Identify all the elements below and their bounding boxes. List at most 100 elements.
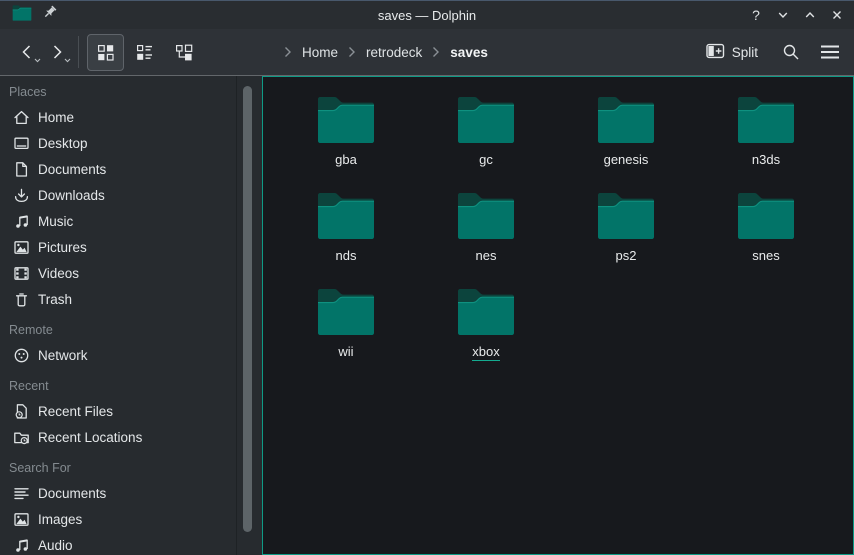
sidebar-item-pictures[interactable]: Pictures [0, 234, 236, 260]
breadcrumb: Home retrodeck saves [276, 43, 490, 62]
forward-history-dropdown-icon[interactable] [64, 50, 71, 68]
sidebar-item-label: Recent Files [38, 404, 113, 419]
window-title: saves — Dolphin [0, 8, 854, 23]
folder-genesis[interactable]: genesis [556, 96, 696, 192]
folder-icon [456, 96, 516, 144]
sidebar-item-home[interactable]: Home [0, 104, 236, 130]
sidebar-item-network[interactable]: Network [0, 342, 236, 368]
split-button[interactable]: Split [704, 39, 760, 66]
folder-wii[interactable]: wii [276, 288, 416, 384]
folder-icon [316, 288, 376, 336]
folder-grid: gba gc genesis n3ds nds nes ps2 snes wii… [263, 77, 853, 384]
folder-label-wrap: nds [336, 248, 357, 265]
recent-file-icon [13, 403, 30, 420]
back-history-dropdown-icon[interactable] [34, 50, 41, 68]
sidebar-item-music[interactable]: Music [0, 208, 236, 234]
sidebar-section: Places Home Desktop Documents Downloads Music… [0, 78, 236, 312]
folder-label: ps2 [616, 248, 637, 263]
sidebar-item-recent-locations[interactable]: Recent Locations [0, 424, 236, 450]
sidebar-section-header[interactable]: Search For [0, 454, 236, 480]
home-icon [13, 109, 30, 126]
folder-label: snes [752, 248, 779, 263]
folder-icon [456, 192, 516, 240]
sidebar-item-label: Videos [38, 266, 79, 281]
help-button[interactable]: ? [747, 6, 765, 24]
sidebar-item-audio[interactable]: Audio [0, 532, 236, 555]
folder-label-wrap: gc [479, 152, 493, 169]
sidebar-item-label: Music [38, 214, 73, 229]
folder-nds[interactable]: nds [276, 192, 416, 288]
sidebar-item-label: Images [38, 512, 82, 527]
sidebar-item-trash[interactable]: Trash [0, 286, 236, 312]
music-icon [13, 537, 30, 554]
hamburger-menu-button[interactable] [820, 44, 840, 60]
folder-label-wrap: n3ds [752, 152, 780, 169]
sidebar-section: Recent Recent Files Recent Locations [0, 372, 236, 450]
folder-n3ds[interactable]: n3ds [696, 96, 836, 192]
folder-nes[interactable]: nes [416, 192, 556, 288]
sidebar-item-label: Audio [38, 538, 73, 553]
sidebar-item-label: Home [38, 110, 74, 125]
sidebar-section: RemoteNetwork [0, 316, 236, 368]
search-button[interactable] [782, 43, 800, 61]
sidebar-item-label: Documents [38, 162, 106, 177]
folder-label: xbox [472, 344, 499, 361]
sidebar-section-header[interactable]: Places [0, 78, 236, 104]
sidebar-item-documents[interactable]: Documents [0, 156, 236, 182]
video-icon [13, 265, 30, 282]
folder-label: n3ds [752, 152, 780, 167]
folder-label: gc [479, 152, 493, 167]
sidebar-item-label: Desktop [38, 136, 88, 151]
breadcrumb-item-saves[interactable]: saves [448, 43, 490, 62]
sidebar-item-documents[interactable]: Documents [0, 480, 236, 506]
tree-view-button[interactable] [165, 34, 202, 71]
folder-icon [596, 96, 656, 144]
minimize-button[interactable] [774, 6, 792, 24]
desktop-icon [13, 135, 30, 152]
sidebar-item-videos[interactable]: Videos [0, 260, 236, 286]
image-icon [13, 511, 30, 528]
sidebar-item-label: Downloads [38, 188, 105, 203]
sidebar-scrollbar-thumb[interactable] [243, 86, 252, 532]
dolphin-window: saves — Dolphin ? [0, 0, 854, 555]
sidebar-item-downloads[interactable]: Downloads [0, 182, 236, 208]
network-icon [13, 347, 30, 364]
breadcrumb-item-home[interactable]: Home [300, 43, 340, 62]
sidebar-scrollbar-track[interactable] [237, 76, 262, 555]
sidebar-item-label: Documents [38, 486, 106, 501]
folder-gc[interactable]: gc [416, 96, 556, 192]
sidebar-item-recent-files[interactable]: Recent Files [0, 398, 236, 424]
music-icon [13, 213, 30, 230]
folder-label-wrap: ps2 [616, 248, 637, 265]
folder-label-wrap: snes [752, 248, 779, 265]
folder-label-wrap: wii [338, 344, 353, 361]
breadcrumb-item-retrodeck[interactable]: retrodeck [364, 43, 424, 62]
folder-icon [316, 96, 376, 144]
details-view-button[interactable] [126, 34, 163, 71]
maximize-button[interactable] [801, 6, 819, 24]
sidebar-section-header[interactable]: Remote [0, 316, 236, 342]
folder-label-wrap: genesis [604, 152, 649, 169]
folder-label: gba [335, 152, 357, 167]
folder-snes[interactable]: snes [696, 192, 836, 288]
breadcrumb-chevron-icon [348, 46, 356, 58]
app-folder-icon [12, 5, 32, 26]
back-button[interactable] [12, 34, 42, 70]
folder-view[interactable]: gba gc genesis n3ds nds nes ps2 snes wii… [262, 76, 854, 555]
split-view-icon [706, 43, 725, 62]
folder-xbox[interactable]: xbox [416, 288, 556, 384]
pin-icon[interactable] [42, 5, 58, 26]
breadcrumb-chevron-icon [284, 46, 292, 58]
sidebar-item-images[interactable]: Images [0, 506, 236, 532]
folder-label-wrap: xbox [472, 344, 499, 361]
folder-gba[interactable]: gba [276, 96, 416, 192]
forward-button[interactable] [42, 34, 72, 70]
icons-view-button[interactable] [87, 34, 124, 71]
sidebar-item-label: Recent Locations [38, 430, 142, 445]
breadcrumb-chevron-icon [432, 46, 440, 58]
folder-ps2[interactable]: ps2 [556, 192, 696, 288]
sidebar-section-header[interactable]: Recent [0, 372, 236, 398]
close-button[interactable] [828, 6, 846, 24]
sidebar-item-desktop[interactable]: Desktop [0, 130, 236, 156]
folder-icon [736, 192, 796, 240]
